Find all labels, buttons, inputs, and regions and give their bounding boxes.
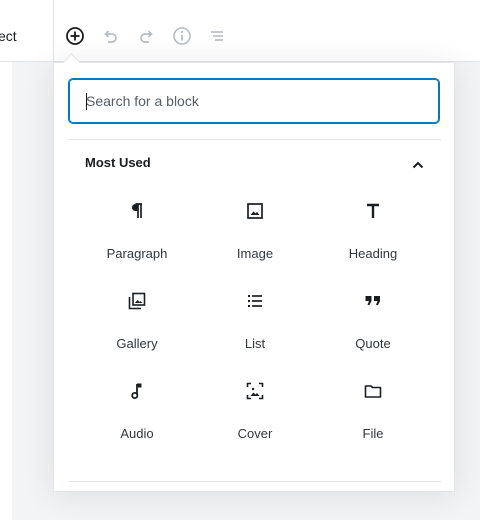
block-item-list[interactable]: List (196, 281, 314, 367)
block-search-input[interactable] (70, 80, 438, 122)
list-outline-icon (208, 27, 226, 45)
block-item-quote[interactable]: Quote (314, 281, 432, 367)
search-divider (69, 139, 441, 140)
document-tab-label: ect (0, 28, 17, 44)
editor-header-toolbar: ect (0, 0, 480, 62)
document-tab[interactable]: ect (0, 0, 54, 62)
undo-icon (101, 27, 119, 45)
block-item-label: File (362, 426, 384, 441)
undo-button[interactable] (96, 22, 124, 50)
block-item-audio[interactable]: Audio (78, 371, 196, 457)
block-item-label: Heading (348, 246, 398, 261)
block-item-label: Gallery (116, 336, 158, 351)
block-item-image[interactable]: Image (196, 191, 314, 277)
block-item-label: Image (236, 246, 274, 261)
block-item-gallery[interactable]: Gallery (78, 281, 196, 367)
info-button[interactable] (168, 22, 196, 50)
block-item-cover[interactable]: Cover (196, 371, 314, 457)
paragraph-icon (127, 201, 147, 221)
quote-icon (363, 291, 383, 311)
most-used-panel-header[interactable]: Most Used (69, 141, 441, 187)
info-icon (172, 26, 192, 46)
block-search[interactable] (69, 79, 439, 123)
heading-icon (363, 201, 383, 221)
list-icon (245, 291, 265, 311)
image-icon (245, 201, 265, 221)
block-item-label: Cover (237, 426, 273, 441)
editor-canvas-edge (0, 62, 12, 520)
audio-icon (127, 381, 147, 401)
folder-icon (363, 381, 383, 401)
block-item-label: Quote (355, 336, 391, 351)
block-item-file[interactable]: File (314, 371, 432, 457)
block-inserter-popover: Most Used Paragraph (53, 62, 455, 492)
panel-title: Most Used (85, 155, 151, 170)
block-item-label: List (244, 336, 266, 351)
block-navigation-button[interactable] (203, 22, 231, 50)
plus-circle-icon (65, 26, 85, 46)
block-item-label: Audio (120, 426, 154, 441)
block-item-label: Paragraph (106, 246, 168, 261)
text-cursor (86, 93, 87, 110)
block-item-heading[interactable]: Heading (314, 191, 432, 277)
chevron-up-icon[interactable] (409, 156, 427, 174)
redo-button[interactable] (133, 22, 161, 50)
panel-bottom-divider (69, 481, 441, 482)
redo-icon (138, 27, 156, 45)
block-item-paragraph[interactable]: Paragraph (78, 191, 196, 277)
cover-icon (245, 381, 265, 401)
add-block-button[interactable] (61, 22, 89, 50)
gallery-icon (127, 291, 147, 311)
